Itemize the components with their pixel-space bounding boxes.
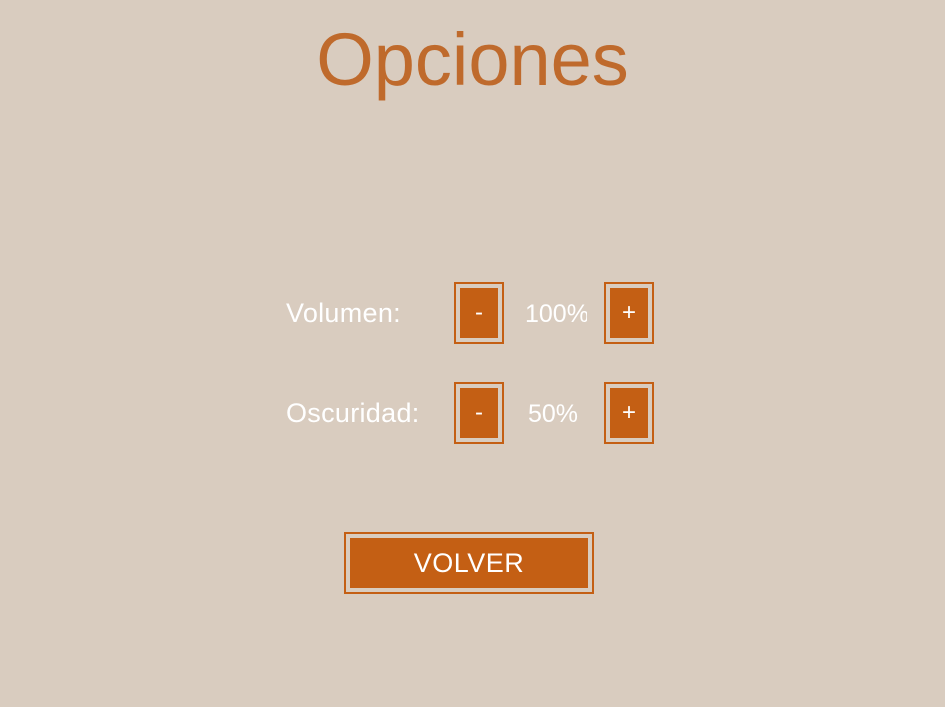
volume-value: 100% [525,300,587,328]
darkness-label: Oscuridad: [286,398,420,428]
volume-label: Volumen: [286,298,401,328]
darkness-increase-button[interactable]: + [604,382,654,444]
back-button-label: VOLVER [350,538,588,588]
darkness-decrease-button[interactable]: - [454,382,504,444]
volume-increase-label: + [610,288,648,338]
darkness-increase-label: + [610,388,648,438]
volume-decrease-button[interactable]: - [454,282,504,344]
darkness-value: 50% [527,400,579,428]
darkness-decrease-label: - [460,388,498,438]
volume-increase-button[interactable]: + [604,282,654,344]
back-button[interactable]: VOLVER [344,532,594,594]
volume-decrease-label: - [460,288,498,338]
page-title: Opciones [316,18,629,101]
